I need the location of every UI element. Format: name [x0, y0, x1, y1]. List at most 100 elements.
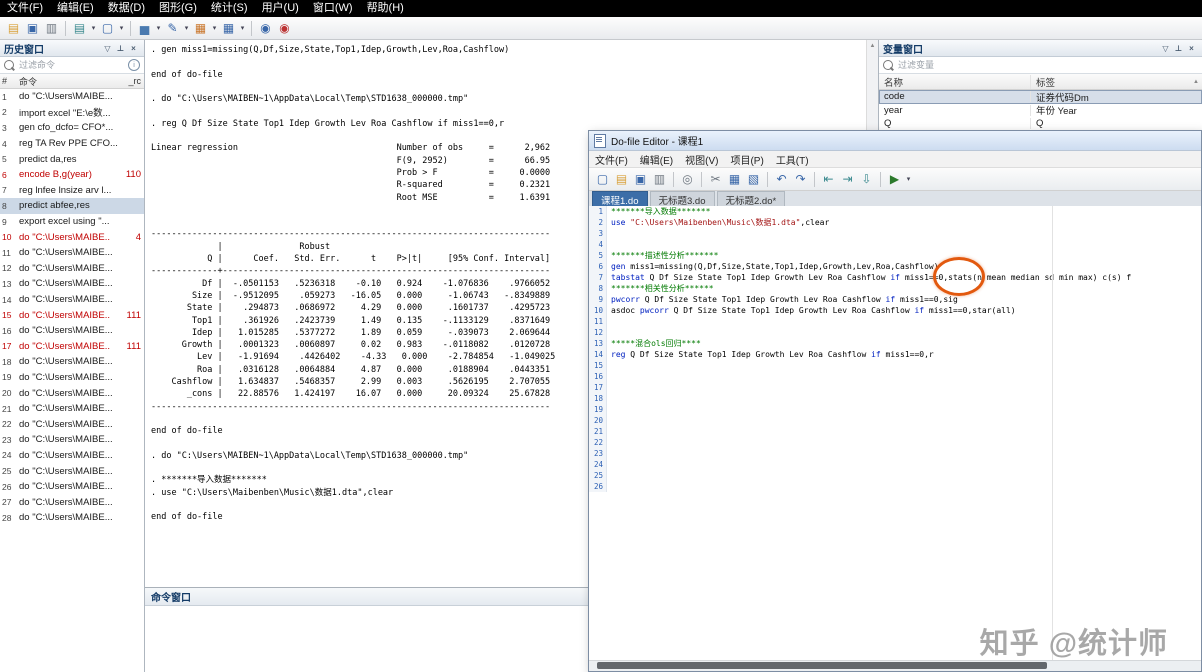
- history-row[interactable]: 28 do "C:\Users\MAIBE...: [0, 510, 144, 526]
- variables-filter-input[interactable]: [896, 59, 1198, 71]
- code-line[interactable]: 24: [589, 459, 1201, 470]
- column-header-label[interactable]: 标签: [1031, 75, 1190, 89]
- close-icon[interactable]: ×: [127, 44, 140, 53]
- history-row[interactable]: 3 gen cfo_dcfo= CFO*...: [0, 120, 144, 136]
- toolbar-separator[interactable]: [65, 20, 66, 36]
- toolbar-separator[interactable]: [767, 171, 768, 187]
- data-editor-dropdown-icon[interactable]: ▾: [210, 19, 219, 37]
- new-file-icon[interactable]: ▢: [593, 170, 612, 188]
- code-line[interactable]: 11: [589, 316, 1201, 327]
- history-row[interactable]: 23 do "C:\Users\MAIBE...: [0, 432, 144, 448]
- code-line[interactable]: 17: [589, 382, 1201, 393]
- history-row[interactable]: 11 do "C:\Users\MAIBE...: [0, 245, 144, 261]
- open-icon[interactable]: ▤: [4, 19, 23, 37]
- code-line[interactable]: 8 *******相关性分析******: [589, 283, 1201, 294]
- code-editor-area[interactable]: 1 *******导入数据******* 2 use "C:\Users\Mai…: [589, 206, 1201, 661]
- indent-increase-icon[interactable]: ⇥: [838, 170, 857, 188]
- editor-menu-item[interactable]: 视图(V): [679, 152, 724, 167]
- break-icon[interactable]: ◉: [275, 19, 294, 37]
- history-row[interactable]: 4 reg TA Rev PPE CFO...: [0, 136, 144, 152]
- code-line[interactable]: 16: [589, 371, 1201, 382]
- code-line[interactable]: 1 *******导入数据*******: [589, 206, 1201, 217]
- data-editor-icon[interactable]: ▦: [191, 19, 210, 37]
- editor-menu-item[interactable]: 工具(T): [770, 152, 815, 167]
- code-line[interactable]: 21: [589, 426, 1201, 437]
- pin-icon[interactable]: ⊥: [114, 44, 127, 53]
- editor-menu-item[interactable]: 项目(P): [724, 152, 769, 167]
- graph-icon[interactable]: ▅: [135, 19, 154, 37]
- history-row[interactable]: 14 do "C:\Users\MAIBE...: [0, 292, 144, 308]
- code-line[interactable]: 10 asdoc pwcorr Q Df Size State Top1 Ide…: [589, 305, 1201, 316]
- log-dropdown-icon[interactable]: ▾: [89, 19, 98, 37]
- history-row[interactable]: 7 reg lnfee lnsize arv l...: [0, 183, 144, 199]
- code-line[interactable]: 6 gen miss1=missing(Q,Df,Size,State,Top1…: [589, 261, 1201, 272]
- menu-item[interactable]: 窗口(W): [306, 0, 360, 17]
- indent-decrease-icon[interactable]: ⇤: [819, 170, 838, 188]
- redo-icon[interactable]: ↷: [791, 170, 810, 188]
- code-line[interactable]: 2 use "C:\Users\Maibenben\Music\数据1.dta"…: [589, 217, 1201, 228]
- dofile-title-bar[interactable]: Do-file Editor - 课程1: [589, 131, 1201, 151]
- menu-item[interactable]: 数据(D): [101, 0, 152, 17]
- history-row[interactable]: 17 do "C:\Users\MAIBE.. 111: [0, 339, 144, 355]
- scrollbar-thumb[interactable]: [597, 662, 1047, 669]
- history-row[interactable]: 8 predict abfee,res: [0, 198, 144, 214]
- history-row[interactable]: 9 export excel using "...: [0, 214, 144, 230]
- code-line[interactable]: 26: [589, 481, 1201, 492]
- column-header-command[interactable]: 命令: [17, 75, 121, 88]
- history-row[interactable]: 5 predict da,res: [0, 151, 144, 167]
- history-row[interactable]: 2 import excel "E:\e数...: [0, 105, 144, 121]
- save-icon[interactable]: ▣: [23, 19, 42, 37]
- execute-dropdown-icon[interactable]: ▾: [904, 170, 913, 188]
- filter-icon[interactable]: ▽: [1159, 44, 1172, 53]
- history-row[interactable]: 13 do "C:\Users\MAIBE...: [0, 276, 144, 292]
- open-icon[interactable]: ▤: [612, 170, 631, 188]
- more-icon[interactable]: ◉: [256, 19, 275, 37]
- toolbar-separator[interactable]: [880, 171, 881, 187]
- column-header-name[interactable]: 名称: [879, 74, 1031, 89]
- toolbar-separator[interactable]: [251, 20, 252, 36]
- code-line[interactable]: 5 *******描述性分析*******: [589, 250, 1201, 261]
- pin-icon[interactable]: ⊥: [1172, 44, 1185, 53]
- menu-item[interactable]: 文件(F): [0, 0, 50, 17]
- close-icon[interactable]: ×: [1185, 44, 1198, 53]
- history-row[interactable]: 20 do "C:\Users\MAIBE...: [0, 385, 144, 401]
- menu-item[interactable]: 统计(S): [204, 0, 255, 17]
- viewer-dropdown-icon[interactable]: ▾: [117, 19, 126, 37]
- history-row[interactable]: 15 do "C:\Users\MAIBE.. 111: [0, 307, 144, 323]
- print-icon[interactable]: ▥: [650, 170, 669, 188]
- undo-icon[interactable]: ↶: [772, 170, 791, 188]
- code-line[interactable]: 7 tabstat Q Df Size State Top1 Idep Grow…: [589, 272, 1201, 283]
- filter-icon[interactable]: ▽: [101, 44, 114, 53]
- paste-icon[interactable]: ▧: [744, 170, 763, 188]
- history-row[interactable]: 6 encode B,g(year) 110: [0, 167, 144, 183]
- scroll-up-icon[interactable]: ▲: [1190, 79, 1202, 85]
- code-line[interactable]: 12: [589, 327, 1201, 338]
- graph-dropdown-icon[interactable]: ▾: [154, 19, 163, 37]
- column-header-number[interactable]: #: [0, 76, 17, 86]
- code-line[interactable]: 25: [589, 470, 1201, 481]
- history-row[interactable]: 16 do "C:\Users\MAIBE...: [0, 323, 144, 339]
- editor-tab[interactable]: 课程1.do: [592, 191, 648, 207]
- execute-do-icon[interactable]: ▶: [885, 170, 904, 188]
- toolbar-separator[interactable]: [814, 171, 815, 187]
- history-row[interactable]: 25 do "C:\Users\MAIBE...: [0, 463, 144, 479]
- dofile-editor-dropdown-icon[interactable]: ▾: [182, 19, 191, 37]
- editor-tab[interactable]: 无标题2.do*: [716, 191, 786, 207]
- data-browser-icon[interactable]: ▦: [219, 19, 238, 37]
- cut-icon[interactable]: ✂: [706, 170, 725, 188]
- toolbar-separator[interactable]: [673, 171, 674, 187]
- log-icon[interactable]: ▤: [70, 19, 89, 37]
- code-line[interactable]: 4: [589, 239, 1201, 250]
- viewer-icon[interactable]: ▢: [98, 19, 117, 37]
- history-row[interactable]: 19 do "C:\Users\MAIBE...: [0, 370, 144, 386]
- column-header-rc[interactable]: _rc: [121, 76, 144, 86]
- code-line[interactable]: 3: [589, 228, 1201, 239]
- copy-icon[interactable]: ▦: [725, 170, 744, 188]
- history-filter-input[interactable]: [17, 59, 125, 71]
- editor-tab[interactable]: 无标题3.do: [649, 191, 715, 207]
- history-row[interactable]: 12 do "C:\Users\MAIBE...: [0, 261, 144, 277]
- history-row[interactable]: 22 do "C:\Users\MAIBE...: [0, 416, 144, 432]
- bookmark-down-icon[interactable]: ⇩: [857, 170, 876, 188]
- history-row[interactable]: 26 do "C:\Users\MAIBE...: [0, 479, 144, 495]
- toolbar-separator[interactable]: [130, 20, 131, 36]
